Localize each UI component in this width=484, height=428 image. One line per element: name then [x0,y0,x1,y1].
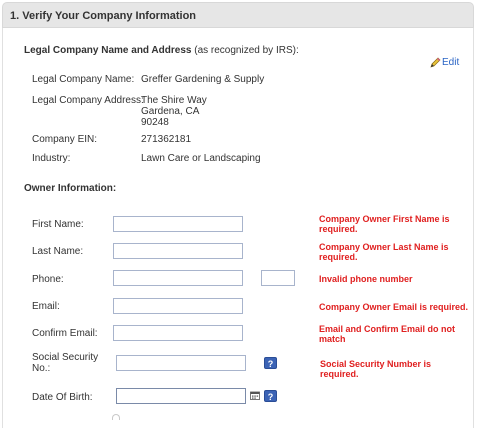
ssn-label-line-2: No.: [32,363,51,374]
address-line-3: 90248 [141,117,169,128]
dob-help-icon[interactable]: ? [264,390,277,402]
first-name-label: First Name: [32,219,84,230]
last-name-input[interactable] [113,243,243,259]
company-ein-value: 271362181 [141,134,192,145]
edit-link[interactable]: Edit [430,57,459,68]
company-address-value: The Shire Way Gardena, CA 90248 [141,95,207,128]
phone-extension-input[interactable] [261,270,295,286]
calendar-icon[interactable] [250,391,260,400]
ssn-help-icon[interactable]: ? [264,357,277,369]
pencil-icon [430,57,441,68]
panel-title: 1. Verify Your Company Information [10,10,197,22]
phone-label: Phone: [32,274,64,285]
dob-label: Date Of Birth: [32,392,93,403]
legal-heading: Legal Company Name and Address [24,45,192,56]
legal-section-heading: Legal Company Name and Address (as recog… [24,45,299,56]
industry-value: Lawn Care or Landscaping [141,153,261,164]
email-label: Email: [32,301,60,312]
company-name-label: Legal Company Name: [32,74,135,85]
confirm-email-error: Email and Confirm Email do not match [319,324,456,344]
panel-header: 1. Verify Your Company Information [2,2,474,28]
first-name-error: Company Owner First Name is required. [319,214,450,234]
ssn-input[interactable] [116,355,246,371]
industry-label: Industry: [32,153,71,164]
address-line-2: Gardena, CA [141,106,200,117]
company-address-label: Legal Company Address: [32,95,144,106]
phone-input[interactable] [113,270,243,286]
email-input[interactable] [113,298,243,314]
ssn-label-line-1: Social Security [32,352,99,363]
edit-label: Edit [442,57,460,68]
email-error: Company Owner Email is required. [319,302,469,312]
address-line-1: The Shire Way [141,95,207,106]
legal-heading-note: (as recognized by IRS): [194,45,299,56]
last-name-label: Last Name: [32,246,84,257]
ssn-error: Social Security Number is required. [320,359,432,379]
dob-input[interactable] [116,388,246,404]
confirm-email-label: Confirm Email: [32,328,98,339]
ssn-label: Social Security No.: [32,352,98,374]
owner-heading: Owner Information: [24,183,117,194]
phone-error: Invalid phone number [319,274,413,284]
first-name-input[interactable] [113,216,243,232]
company-name-value: Greffer Gardening & Supply [141,74,265,85]
confirm-email-input[interactable] [113,325,243,341]
partial-radio-icon [112,414,120,420]
last-name-error: Company Owner Last Name is required. [319,242,449,262]
company-ein-label: Company EIN: [32,134,98,145]
